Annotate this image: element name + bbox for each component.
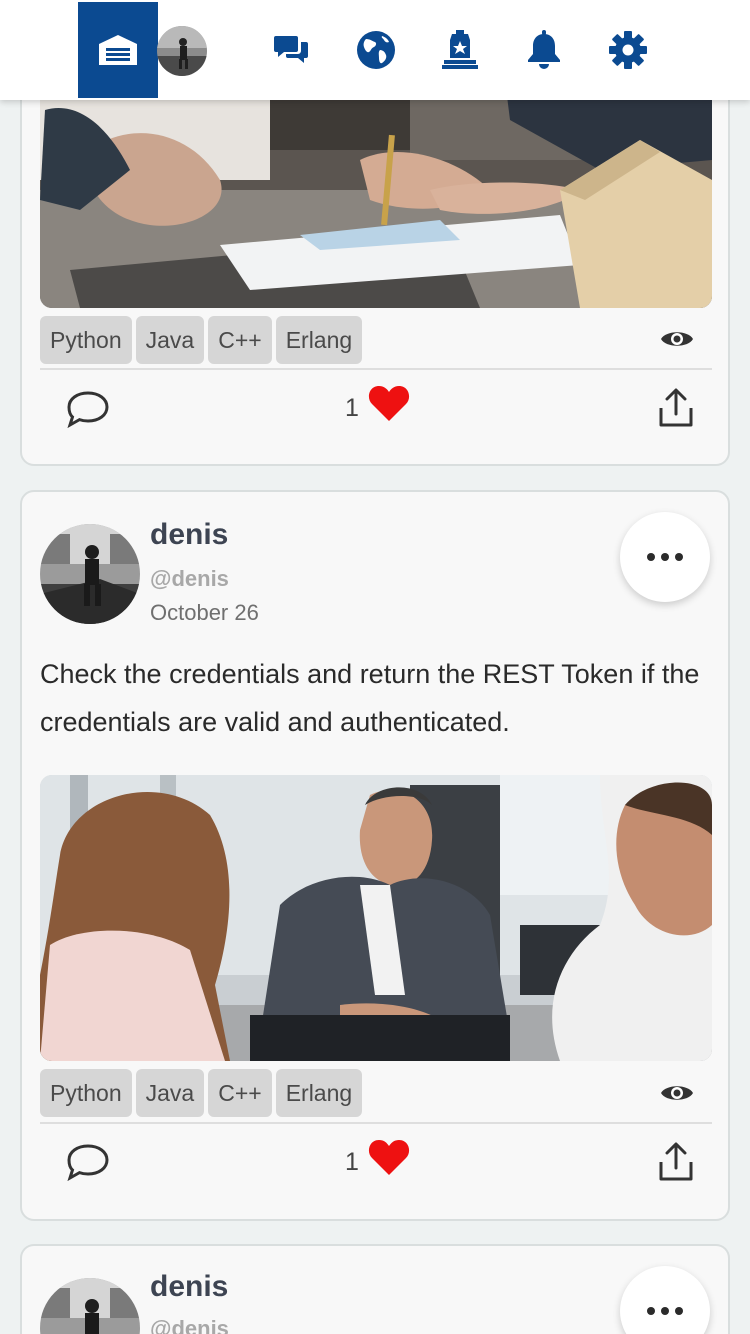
more-options-button[interactable] xyxy=(620,1266,710,1334)
more-dot xyxy=(661,553,669,561)
home-icon xyxy=(99,35,137,65)
user-avatar xyxy=(157,26,207,76)
more-dot xyxy=(647,1307,655,1315)
nav-home-button[interactable] xyxy=(78,2,158,98)
author-handle[interactable]: @denis xyxy=(150,566,229,592)
user-avatar xyxy=(40,524,140,624)
post-tags: Python Java C++ Erlang xyxy=(40,1069,363,1117)
globe-icon xyxy=(357,31,395,69)
nav-explore-button[interactable] xyxy=(356,30,396,70)
card-divider xyxy=(40,1122,712,1124)
nav-messages-button[interactable] xyxy=(272,30,312,70)
post-text: Check the credentials and return the RES… xyxy=(40,659,700,737)
tag-chip[interactable]: Erlang xyxy=(275,316,363,364)
more-options-button[interactable] xyxy=(620,512,710,602)
tag-chip[interactable]: C++ xyxy=(208,316,272,364)
share-icon[interactable] xyxy=(658,388,694,428)
nav-settings-button[interactable] xyxy=(608,30,648,70)
comment-icon[interactable] xyxy=(66,1143,110,1183)
post-image[interactable] xyxy=(40,775,712,1061)
eye-icon[interactable] xyxy=(660,328,694,350)
tag-chip[interactable]: Python xyxy=(40,316,132,364)
top-navigation-bar xyxy=(0,0,750,100)
tag-chip[interactable]: Java xyxy=(135,1069,205,1117)
heart-icon[interactable] xyxy=(368,384,410,422)
bell-icon xyxy=(528,30,560,69)
author-avatar[interactable] xyxy=(40,524,140,624)
more-dot xyxy=(661,1307,669,1315)
card-divider xyxy=(40,368,712,370)
author-name[interactable]: denis xyxy=(150,1270,228,1304)
gear-icon xyxy=(609,31,647,69)
nav-badge-button[interactable] xyxy=(440,30,480,70)
post-date: October 26 xyxy=(150,600,259,625)
tag-chip[interactable]: C++ xyxy=(208,1069,272,1117)
share-icon[interactable] xyxy=(658,1142,694,1182)
author-avatar[interactable] xyxy=(40,1278,140,1334)
tag-chip[interactable]: Erlang xyxy=(275,1069,363,1117)
tag-chip[interactable]: Python xyxy=(40,1069,132,1117)
chat-icon xyxy=(274,36,308,63)
police-badge-icon xyxy=(442,30,478,69)
like-count: 1 xyxy=(345,1148,359,1176)
like-count: 1 xyxy=(345,394,359,422)
post-card: denis @denis October 26 Check the creden… xyxy=(20,490,730,1221)
post-tags: Python Java C++ Erlang xyxy=(40,316,363,364)
more-dot xyxy=(675,553,683,561)
eye-icon[interactable] xyxy=(660,1082,694,1104)
post-card: denis @denis xyxy=(20,1244,730,1334)
more-dot xyxy=(675,1307,683,1315)
heart-icon[interactable] xyxy=(368,1138,410,1176)
nav-profile-avatar[interactable] xyxy=(157,26,207,76)
more-dot xyxy=(647,553,655,561)
user-avatar xyxy=(40,1278,140,1334)
comment-icon[interactable] xyxy=(66,390,110,430)
post-card: Python Java C++ Erlang 1 xyxy=(20,40,730,466)
post-photo-office-interview xyxy=(40,775,712,1061)
nav-notifications-button[interactable] xyxy=(524,30,564,70)
author-handle[interactable]: @denis xyxy=(150,1316,229,1334)
author-name[interactable]: denis xyxy=(150,518,228,552)
tag-chip[interactable]: Java xyxy=(135,316,205,364)
